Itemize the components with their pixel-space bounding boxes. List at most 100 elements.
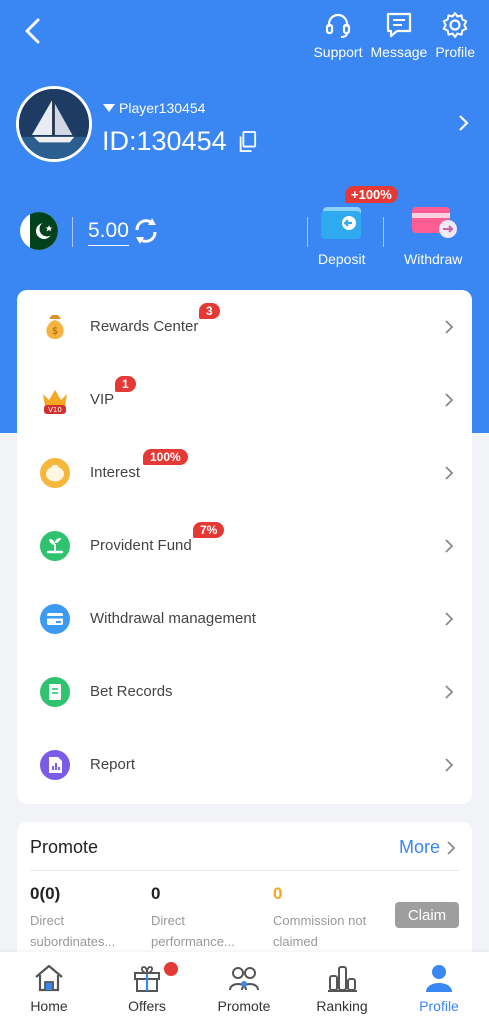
caret-down-icon [103, 104, 115, 112]
message-button[interactable]: Message [370, 10, 428, 60]
nav-offers[interactable]: Offers [102, 962, 192, 1014]
support-button[interactable]: Support [313, 10, 363, 60]
account-menu: $ Rewards Center 3 V10 VIP 1 Interest 10… [17, 290, 472, 804]
wallet-divider-left [307, 217, 308, 247]
records-icon [40, 676, 70, 707]
nav-promote-label: Promote [217, 998, 271, 1014]
deposit-button[interactable]: Deposit [318, 203, 365, 267]
headset-icon [325, 13, 351, 38]
nav-home-label: Home [30, 998, 68, 1014]
nav-profile[interactable]: Profile [394, 962, 484, 1014]
vip-badge: 1 [115, 376, 136, 392]
vip-crown-icon: V10 [43, 389, 67, 414]
gear-icon [442, 12, 468, 38]
bottom-nav: Home Offers Promote Ranking Profile [0, 952, 489, 1024]
profile-settings-label: Profile [435, 44, 475, 60]
menu-label: VIP [90, 391, 115, 408]
nav-profile-label: Profile [419, 998, 459, 1014]
player-name: Player130454 [119, 100, 206, 116]
chevron-right-icon[interactable] [446, 840, 456, 856]
refresh-icon [135, 218, 157, 244]
menu-label: Rewards Center [90, 318, 199, 335]
player-name-row[interactable]: Player130454 [103, 100, 205, 116]
piggy-bank-icon [40, 457, 70, 488]
menu-label: Report [90, 756, 136, 773]
card-icon [40, 603, 70, 634]
chevron-right-icon [445, 684, 454, 699]
provident-fund-badge: 7% [193, 522, 225, 538]
chevron-right-icon [445, 538, 454, 553]
nav-offers-label: Offers [128, 998, 166, 1014]
fund-plant-icon [40, 530, 70, 561]
back-arrow-icon [25, 18, 40, 44]
refresh-button[interactable] [132, 216, 160, 246]
home-icon [35, 964, 63, 992]
commission-label: Commission not claimed [273, 913, 367, 949]
withdraw-icon [412, 207, 458, 238]
menu-item-bet-records[interactable]: Bet Records [17, 655, 472, 728]
interest-badge: 100% [143, 449, 188, 465]
subordinates-label: Direct subordinates... [30, 913, 116, 949]
copy-icon[interactable] [237, 130, 257, 153]
top-actions: Support Message Profile [313, 10, 475, 60]
chevron-right-icon [445, 392, 454, 407]
menu-label: Provident Fund [90, 537, 192, 554]
support-label: Support [313, 44, 363, 60]
menu-label: Bet Records [90, 683, 173, 700]
money-bag-icon: $ [46, 314, 64, 339]
chevron-right-icon [445, 757, 454, 772]
gift-icon [134, 966, 160, 992]
svg-text:$: $ [52, 326, 58, 337]
promote-card: Promote More 0(0) Direct subordinates...… [17, 822, 472, 962]
profile-icon [426, 965, 452, 992]
promote-divider [30, 870, 459, 871]
chevron-right-icon [445, 319, 454, 334]
performance-value: 0 [151, 884, 161, 903]
promote-more-link[interactable]: More [399, 837, 440, 858]
report-icon [40, 749, 70, 780]
menu-label: Interest [90, 464, 141, 481]
chevron-right-icon [459, 115, 469, 131]
chevron-right-icon [445, 465, 454, 480]
pakistan-flag-icon[interactable] [20, 212, 58, 250]
deposit-icon [320, 207, 361, 239]
svg-text:V10: V10 [48, 406, 62, 414]
deposit-label: Deposit [318, 251, 366, 267]
avatar[interactable] [16, 86, 92, 162]
withdraw-label: Withdraw [404, 251, 463, 267]
profile-settings-button[interactable]: Profile [435, 10, 475, 60]
rewards-badge: 3 [199, 303, 220, 319]
nav-ranking[interactable]: Ranking [297, 962, 387, 1014]
menu-item-report[interactable]: Report [17, 728, 472, 801]
deposit-bonus-badge: +100% [345, 186, 398, 203]
balance-value: 5.00 [88, 219, 129, 246]
withdraw-button[interactable]: Withdraw [404, 203, 462, 267]
wallet-divider-right [383, 217, 384, 247]
people-icon [229, 967, 259, 991]
balance-divider [72, 217, 73, 247]
menu-item-provident-fund[interactable]: Provident Fund 7% [17, 509, 472, 582]
chevron-right-icon [445, 611, 454, 626]
promote-title: Promote [30, 837, 99, 857]
claim-button[interactable]: Claim [395, 902, 459, 928]
ranking-icon [328, 966, 357, 992]
message-label: Message [370, 44, 428, 60]
player-id-row: ID:130454 [102, 126, 257, 157]
menu-item-withdrawal-management[interactable]: Withdrawal management [17, 582, 472, 655]
nav-promote[interactable]: Promote [199, 962, 289, 1014]
menu-label: Withdrawal management [90, 610, 256, 627]
back-button[interactable] [18, 14, 48, 48]
offers-notification-dot [164, 962, 178, 976]
performance-label: Direct performance... [151, 913, 235, 949]
message-icon [386, 12, 412, 38]
player-id: ID:130454 [102, 126, 227, 156]
commission-value: 0 [273, 884, 283, 903]
nav-ranking-label: Ranking [316, 998, 368, 1014]
user-detail-chevron[interactable] [457, 112, 471, 134]
menu-item-interest[interactable]: Interest 100% [17, 436, 472, 509]
menu-item-vip[interactable]: V10 VIP 1 [17, 363, 472, 436]
sailboat-avatar-image [19, 89, 89, 159]
menu-item-rewards-center[interactable]: $ Rewards Center 3 [17, 290, 472, 363]
nav-home[interactable]: Home [4, 962, 94, 1014]
subordinates-value: 0(0) [30, 884, 61, 903]
